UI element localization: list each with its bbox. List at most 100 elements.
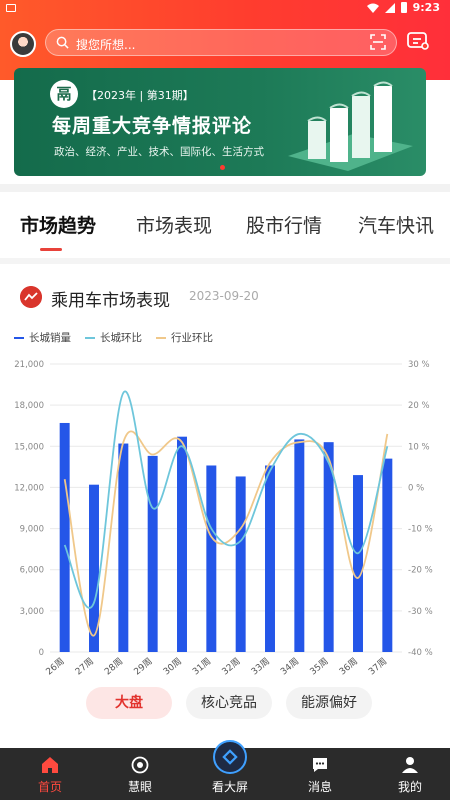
y-right-tick-label: 10 % — [408, 442, 430, 452]
tab-market-trend[interactable]: 市场趋势 — [20, 211, 96, 238]
nav-label: 消息 — [307, 780, 332, 794]
nav-home[interactable]: 首页 — [5, 748, 95, 800]
y-left-tick-label: 12,000 — [14, 483, 44, 493]
section-title: 乘用车市场表现 — [51, 291, 170, 311]
section-date: 2023-09-20 — [189, 289, 259, 303]
status-bar: 9:23 — [0, 0, 450, 16]
carousel-indicator — [220, 165, 225, 170]
nav-label: 首页 — [37, 780, 62, 794]
bar — [59, 422, 70, 652]
legend-item[interactable]: 行业环比 — [156, 330, 213, 345]
nav-label: 慧眼 — [127, 780, 152, 794]
chart-legend: 长城销量 长城环比 行业环比 — [14, 330, 213, 345]
bar — [294, 439, 305, 652]
bar-graphic-icon — [288, 81, 413, 171]
wifi-icon — [366, 3, 379, 13]
banner-issue: 【2023年 | 第31期】 — [86, 89, 194, 102]
search-placeholder: 搜您所想... — [76, 38, 136, 52]
bar — [206, 465, 217, 652]
promo-banner[interactable]: 鬲 【2023年 | 第31期】 每周重大竞争情报评论 政治、经济、产业、技术、… — [14, 68, 426, 176]
x-tick-label: 29周 — [132, 656, 155, 678]
tab-active-indicator — [40, 248, 62, 251]
y-left-tick-label: 18,000 — [14, 401, 44, 411]
chat-icon — [313, 758, 327, 772]
big-screen-icon — [222, 749, 238, 765]
user-icon — [402, 757, 418, 773]
tab-market-performance[interactable]: 市场表现 — [136, 211, 212, 238]
avatar[interactable] — [10, 31, 36, 57]
legend-item[interactable]: 长城环比 — [85, 330, 142, 345]
tab-bar: 市场趋势 市场表现 股市行情 汽车快讯 — [0, 200, 450, 251]
eye-icon — [131, 756, 149, 774]
y-right-tick-label: -40 % — [408, 648, 433, 658]
legend-swatch — [85, 336, 95, 339]
x-tick-label: 28周 — [103, 656, 126, 678]
legend-item[interactable]: 长城销量 — [14, 330, 71, 345]
y-right-tick-label: -20 % — [408, 566, 433, 576]
tab-stock-market[interactable]: 股市行情 — [246, 211, 322, 238]
gallery-icon — [6, 4, 16, 12]
legend-swatch — [14, 336, 24, 339]
x-tick-label: 35周 — [308, 656, 331, 678]
tab-auto-news[interactable]: 汽车快讯 — [358, 211, 434, 238]
legend-label: 长城销量 — [29, 332, 71, 344]
nav-messages[interactable]: 消息 — [275, 748, 365, 800]
divider — [0, 184, 450, 192]
banner-logo: 鬲 — [50, 80, 78, 108]
status-time: 9:23 — [412, 1, 440, 14]
legend-swatch — [156, 336, 166, 339]
series-line-industry — [63, 430, 389, 637]
nav-profile[interactable]: 我的 — [365, 748, 450, 800]
y-left-tick-label: 3,000 — [20, 607, 44, 617]
y-left-tick-label: 0 — [39, 648, 44, 658]
scan-icon[interactable] — [370, 34, 386, 50]
bar — [177, 436, 187, 652]
y-right-tick-label: -30 % — [408, 607, 433, 617]
message-list-icon[interactable] — [406, 29, 430, 53]
search-input[interactable]: 搜您所想... — [45, 29, 397, 56]
y-left-tick-label: 9,000 — [20, 525, 44, 535]
filter-energy-button[interactable]: 能源偏好 — [286, 687, 372, 719]
bar — [353, 475, 363, 652]
banner-title: 每周重大竞争情报评论 — [52, 115, 253, 137]
x-tick-label: 36周 — [337, 656, 360, 678]
nav-label: 我的 — [397, 780, 422, 794]
bar — [118, 443, 129, 652]
y-left-tick-label: 21,000 — [14, 360, 44, 370]
divider — [0, 258, 450, 264]
y-right-tick-label: 20 % — [408, 401, 430, 411]
y-left-tick-label: 6,000 — [20, 566, 44, 576]
battery-icon — [400, 2, 407, 13]
series-line-brand — [63, 390, 389, 609]
filter-overall-button[interactable]: 大盘 — [86, 687, 172, 719]
y-right-tick-label: -10 % — [408, 525, 433, 535]
bar — [265, 465, 275, 652]
filter-competitors-button[interactable]: 核心竞品 — [186, 687, 272, 719]
y-right-tick-label: 0 % — [408, 483, 424, 493]
chart-plot: 0 -40 % 3,000 -30 % 6,000 -20 % 9,000 -10 % 12,0… — [14, 360, 433, 678]
x-tick-label: 34周 — [279, 656, 302, 678]
nav-label: 看大屏 — [211, 780, 248, 794]
x-tick-label: 31周 — [191, 656, 214, 678]
x-tick-label: 26周 — [44, 656, 67, 678]
bar — [235, 476, 246, 652]
y-left-tick-label: 15,000 — [14, 442, 44, 452]
nav-insight[interactable]: 慧眼 — [95, 748, 185, 800]
x-tick-label: 30周 — [161, 656, 184, 678]
chart-icon — [20, 286, 42, 308]
app-root: 9:23 搜您所想... 鬲 【2023年 | 第31期】 每周重大竞争情报评论 — [0, 0, 450, 800]
x-tick-label: 32周 — [220, 656, 243, 678]
x-tick-label: 37周 — [367, 656, 390, 678]
big-screen-button[interactable] — [213, 740, 247, 774]
search-icon — [56, 36, 69, 49]
legend-label: 行业环比 — [171, 332, 213, 344]
y-right-tick-label: 30 % — [408, 360, 430, 370]
banner-subtitle: 政治、经济、产业、技术、国际化、生活方式 — [54, 146, 264, 158]
sales-chart: 长城销量 长城环比 行业环比 0 -40 % 3,000 -30 % 6,000 -20 … — [0, 322, 450, 682]
bar — [147, 455, 158, 652]
x-tick-label: 27周 — [73, 656, 96, 678]
legend-label: 长城环比 — [100, 332, 142, 344]
signal-icon — [384, 2, 395, 13]
x-tick-label: 33周 — [249, 656, 272, 678]
bar — [382, 458, 393, 652]
